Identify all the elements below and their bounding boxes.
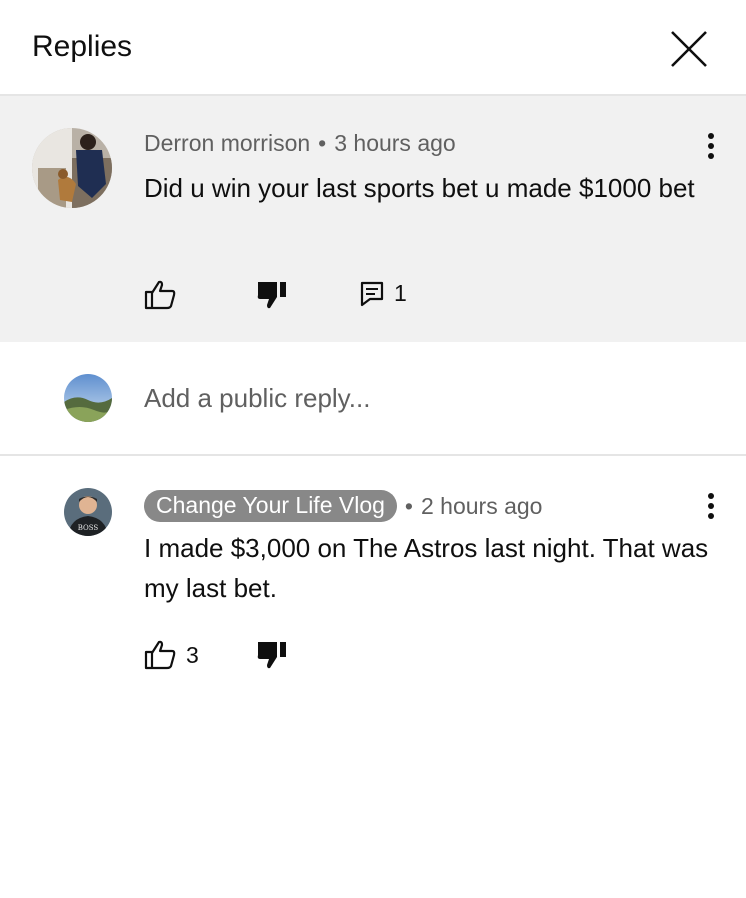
reply-input[interactable]	[144, 378, 704, 418]
thumbs-down-icon	[257, 642, 286, 669]
channel-owner-badge[interactable]: Change Your Life Vlog	[144, 490, 397, 522]
comment-menu-button[interactable]	[696, 126, 726, 166]
avatar[interactable]	[32, 128, 112, 208]
header-title: Replies	[32, 30, 133, 63]
dislike-button[interactable]	[256, 280, 288, 310]
thumbs-up-icon	[144, 640, 176, 670]
meta-separator: •	[318, 130, 327, 156]
avatar	[64, 374, 112, 422]
like-button[interactable]	[144, 280, 186, 310]
like-button[interactable]: 3	[144, 640, 199, 670]
svg-text:BOSS: BOSS	[78, 524, 99, 532]
replies-header: Replies	[0, 0, 746, 96]
close-button[interactable]	[664, 24, 714, 74]
thumbs-down-icon	[257, 282, 286, 309]
close-icon	[671, 31, 707, 67]
reply-menu-button[interactable]	[696, 486, 726, 526]
comment-icon	[360, 281, 384, 306]
reply-text: I made $3,000 on The Astros last night. …	[144, 533, 709, 603]
reply-time: 2 hours ago	[420, 492, 543, 519]
thumbs-up-icon	[144, 280, 176, 310]
reply-meta: Change Your Life Vlog • 2 hours ago	[144, 490, 542, 522]
comment-text: Did u win your last sports bet u made $1…	[144, 173, 695, 203]
comment-time: 3 hours ago	[334, 130, 456, 156]
comment-meta: Derron morrison • 3 hours ago	[144, 130, 456, 157]
avatar[interactable]: BOSS	[64, 488, 112, 536]
comment-author[interactable]: Derron morrison	[144, 130, 310, 157]
add-reply-box	[0, 342, 746, 456]
more-vert-icon	[708, 133, 714, 159]
reply-count-button[interactable]: 1	[360, 280, 407, 307]
reply-count: 1	[394, 280, 407, 306]
dislike-button[interactable]	[256, 640, 288, 670]
like-count: 3	[186, 641, 199, 668]
meta-separator: •	[404, 492, 413, 519]
more-vert-icon	[708, 493, 714, 519]
parent-comment: Derron morrison • 3 hours ago Did u win …	[0, 96, 746, 342]
